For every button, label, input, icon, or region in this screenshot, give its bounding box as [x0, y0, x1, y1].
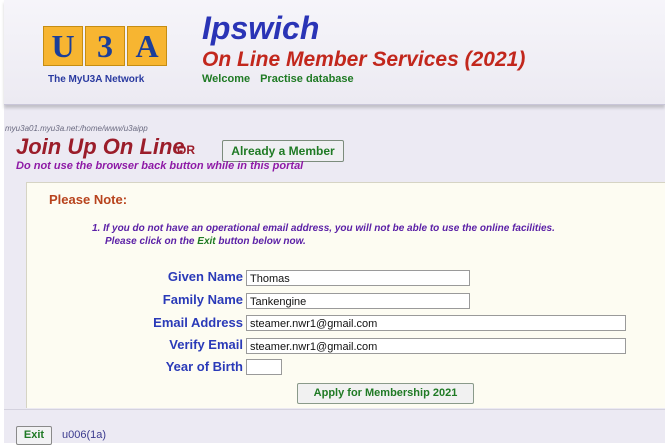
- verify-email-label: Verify Email: [169, 337, 243, 352]
- database-label: Practise database: [260, 73, 354, 85]
- u3a-logo: U 3 A: [43, 26, 167, 66]
- logo-letter-3: 3: [85, 26, 125, 66]
- already-member-button[interactable]: Already a Member: [222, 140, 344, 162]
- year-of-birth-label: Year of Birth: [165, 359, 243, 374]
- logo-tagline: The MyU3A Network: [48, 74, 145, 85]
- given-name-input[interactable]: Thomas: [246, 270, 470, 286]
- server-path: myu3a01.myu3a.net:/home/www/u3aipp: [5, 124, 148, 133]
- email-address-label: Email Address: [153, 315, 243, 330]
- or-separator: OR: [177, 143, 195, 157]
- family-name-label: Family Name: [162, 292, 243, 307]
- org-name: Ipswich: [202, 10, 320, 46]
- exit-instruction: Please click on the Exit button below no…: [105, 236, 306, 247]
- logo-letter-a: A: [127, 26, 167, 66]
- exit-button[interactable]: Exit: [16, 426, 52, 445]
- page-code: u006(1a): [62, 429, 107, 441]
- welcome-text: Welcome: [202, 73, 251, 85]
- service-title: On Line Member Services (2021): [202, 48, 526, 71]
- given-name-label: Given Name: [167, 269, 243, 284]
- apply-membership-button[interactable]: Apply for Membership 2021: [297, 383, 474, 404]
- verify-email-input[interactable]: steamer.nwr1@gmail.com: [246, 338, 626, 354]
- logo-letter-u: U: [43, 26, 83, 66]
- please-note-heading: Please Note:: [49, 192, 128, 207]
- back-button-warning: Do not use the browser back button while…: [16, 160, 304, 172]
- email-notice: 1. If you do not have an operational ema…: [92, 223, 555, 234]
- year-of-birth-input[interactable]: [246, 359, 282, 375]
- footer-divider: [4, 409, 665, 410]
- exit-instruction-before: Please click on the: [105, 236, 195, 247]
- exit-instruction-after: button below now.: [218, 236, 306, 247]
- join-title: Join Up On Line: [16, 134, 185, 159]
- welcome-line: Welcome Practise database: [202, 73, 354, 85]
- email-address-input[interactable]: steamer.nwr1@gmail.com: [246, 315, 626, 331]
- exit-instruction-exit: Exit: [197, 236, 216, 247]
- family-name-input[interactable]: Tankengine: [246, 293, 470, 309]
